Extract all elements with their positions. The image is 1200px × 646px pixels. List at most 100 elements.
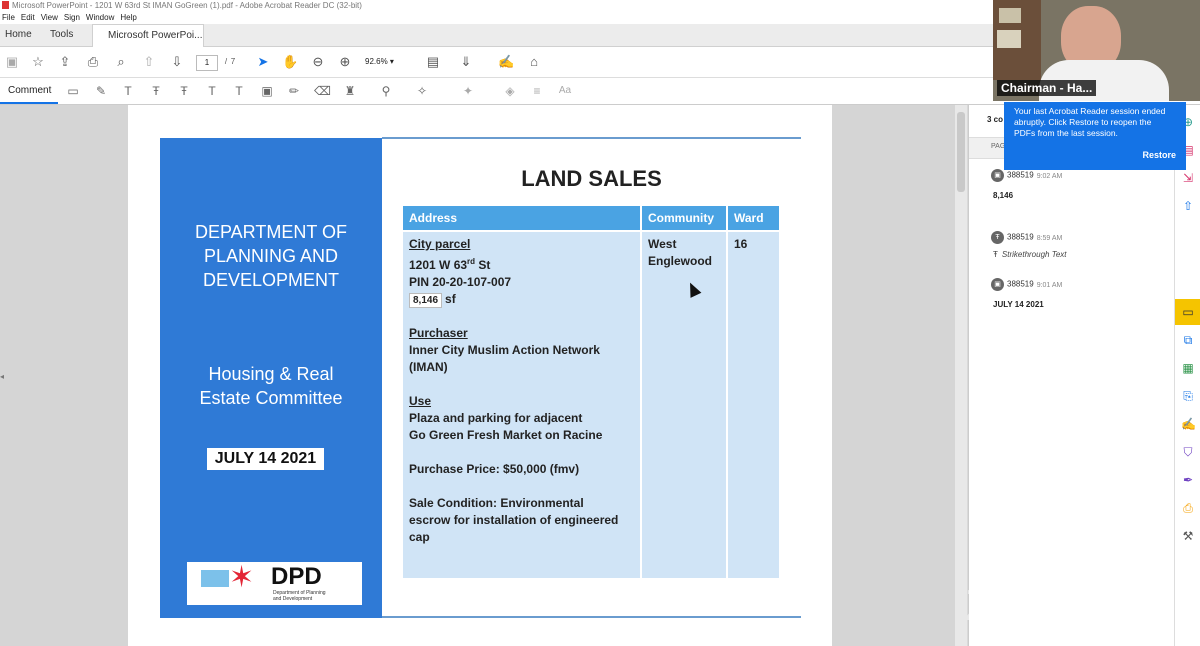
restore-button[interactable]: Restore	[1142, 150, 1176, 161]
menu-sign[interactable]: Sign	[64, 13, 80, 22]
shapes-icon[interactable]: ✧	[414, 84, 430, 98]
menu-window[interactable]: Window	[86, 13, 114, 22]
attach-icon[interactable]: ⚲	[378, 84, 394, 98]
next-page-icon[interactable]: ⇩	[169, 55, 185, 69]
upload-icon[interactable]: ⇪	[57, 55, 73, 69]
tab-document[interactable]: Microsoft PowerPoi... ×	[92, 24, 204, 63]
menu-view[interactable]: View	[41, 13, 58, 22]
page-total: 7	[230, 57, 236, 66]
eraser-icon[interactable]: ⌫	[314, 84, 331, 98]
slide-divider-top	[382, 137, 801, 139]
purchaser-label: Purchaser	[409, 326, 468, 340]
square-footage: 8,146 sf	[409, 291, 634, 308]
text-properties-icon[interactable]: Aa	[557, 84, 573, 98]
search-icon[interactable]: ⌕	[113, 55, 129, 69]
community-line-2: Englewood	[648, 254, 712, 268]
comment-item[interactable]: ▣ 388519 9:01 AM	[991, 278, 1062, 291]
signature-icon[interactable]: ✒	[1181, 473, 1195, 487]
protect-icon[interactable]: ⛉	[1181, 445, 1195, 459]
comment-tool-label[interactable]: Comment	[8, 85, 51, 96]
committee-line: Housing & Real	[208, 364, 334, 384]
scrollbar-thumb[interactable]	[957, 112, 965, 192]
sale-condition-1: Sale Condition: Environmental	[409, 496, 584, 510]
star-logo-icon: ✶	[229, 561, 255, 594]
comment-text: Ŧ Strikethrough Text	[993, 250, 1067, 259]
zoom-value: 92.6%	[365, 57, 388, 66]
tab-home[interactable]: Home	[5, 24, 32, 46]
dpd-logo-subtitle-2: and Development	[273, 596, 313, 602]
menu-file[interactable]: File	[2, 13, 15, 22]
comment-user: 388519	[1007, 279, 1034, 289]
star-icon[interactable]: ☆	[30, 55, 46, 69]
page-number-input[interactable]: 1	[196, 55, 218, 71]
comment-user: 388519	[1007, 232, 1034, 242]
strikethrough-comment-icon: Ŧ	[991, 231, 1004, 244]
scan-icon[interactable]: ⎘	[1181, 389, 1195, 403]
combine-files-icon[interactable]: ⧉	[1181, 333, 1195, 347]
community-line-1: West	[648, 237, 677, 251]
purchaser-abbr: (IMAN)	[409, 360, 448, 374]
insert-text-icon[interactable]: T	[204, 84, 220, 98]
send-for-review-icon[interactable]: ⎙	[1181, 501, 1195, 515]
save-icon[interactable]: ▣	[4, 55, 20, 69]
replace-text-icon[interactable]: Ŧ	[176, 84, 192, 98]
comment-item[interactable]: ▣ 388519 9:02 AM	[991, 169, 1062, 182]
comment-time: 9:02 AM	[1036, 172, 1063, 180]
cell-address: City parcel 1201 W 63rd St PIN 20-20-107…	[403, 232, 640, 578]
sticky-note-icon[interactable]: ▭	[65, 84, 81, 98]
menu-help[interactable]: Help	[120, 13, 136, 22]
tag-icon[interactable]: ⌂	[526, 55, 542, 69]
left-panel-toggle-icon[interactable]: ◂	[0, 372, 4, 381]
zoom-in-icon[interactable]: ⊕	[337, 55, 353, 69]
right-tool-rail: ⊕ ▤ ⇲ ⇧ ▭ ⧉ ▦ ⎘ ✍ ⛉ ✒ ⎙ ⚒	[1174, 105, 1200, 646]
comments-pane: 3 co PAG ▣ 388519 9:02 AM 8,146 Ŧ 388519 8:5…	[968, 105, 1175, 646]
highlight-icon[interactable]: ✎	[93, 84, 109, 98]
restore-session-tooltip: Your last Acrobat Reader session ended a…	[1004, 102, 1186, 170]
pdf-app-icon	[2, 1, 9, 9]
street-suffix: rd	[467, 257, 476, 266]
department-line: DEVELOPMENT	[202, 270, 340, 290]
sf-unit: sf	[445, 292, 456, 306]
organize-pages-icon[interactable]: ▦	[1181, 361, 1195, 375]
sale-condition-3: cap	[409, 530, 430, 544]
page-display-icon[interactable]: ▤	[425, 55, 441, 69]
fill-sign-icon[interactable]: ✍	[1181, 417, 1196, 431]
text-box-icon[interactable]: ▣	[259, 84, 275, 98]
zoom-out-icon[interactable]: ⊖	[310, 55, 326, 69]
select-cursor-icon[interactable]: ➤	[255, 55, 271, 69]
video-participant-tile[interactable]: Chairman - Ha...	[993, 0, 1200, 101]
pin-icon[interactable]: ✦	[460, 84, 476, 98]
previous-page-icon[interactable]: ⇧	[141, 55, 157, 69]
department-name: DEPARTMENT OF PLANNING AND DEVELOPMENT	[160, 220, 382, 292]
fill-color-icon[interactable]: ◈	[502, 84, 518, 98]
sign-icon[interactable]: ✍	[498, 55, 514, 69]
department-line: DEPARTMENT OF	[194, 222, 347, 242]
slide-title: LAND SALES	[521, 166, 662, 191]
print-icon[interactable]: ⎙	[85, 55, 101, 69]
comment-icon[interactable]: ▭	[1181, 305, 1195, 319]
more-tools-icon[interactable]: ⚒	[1181, 529, 1195, 543]
video-background-frame	[999, 8, 1021, 23]
menu-edit[interactable]: Edit	[21, 13, 35, 22]
export-pdf-icon[interactable]: ⇲	[1181, 171, 1195, 185]
line-weight-icon[interactable]: ≡	[529, 84, 545, 98]
strikethrough-text-icon[interactable]: Ŧ	[148, 84, 164, 98]
zoom-dropdown[interactable]: 92.6% ▾	[365, 55, 407, 69]
underline-text-icon[interactable]: T	[120, 84, 136, 98]
cell-community: West Englewood	[642, 232, 726, 578]
scroll-mode-icon[interactable]: ⇓	[458, 55, 474, 69]
use-line-1: Plaza and parking for adjacent	[409, 411, 583, 425]
dpd-logo: ✶ DPD Department of Planning and Develop…	[187, 562, 362, 605]
add-text-icon[interactable]: T	[231, 84, 247, 98]
street-address: 1201 W 63rd St	[409, 253, 634, 274]
stamp-icon[interactable]: ♜	[342, 84, 358, 98]
hand-tool-icon[interactable]: ✋	[282, 55, 298, 69]
share-icon[interactable]: ⇧	[1181, 199, 1195, 213]
comment-text: 8,146	[993, 191, 1014, 200]
comment-item[interactable]: Ŧ 388519 8:59 AM	[991, 231, 1062, 244]
stamp-comment-icon: ▣	[991, 169, 1004, 182]
cell-ward: 16	[728, 232, 779, 578]
pencil-icon[interactable]: ✏	[286, 84, 302, 98]
sf-value-field[interactable]: 8,146	[409, 293, 443, 308]
tab-tools[interactable]: Tools	[50, 24, 73, 46]
